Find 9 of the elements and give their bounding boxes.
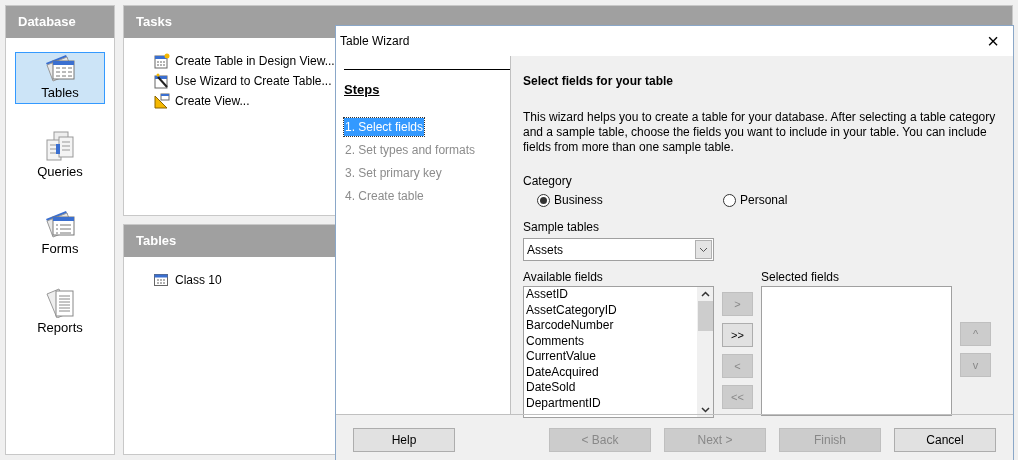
steps-title: Steps [344,81,381,99]
radio-label: Personal [740,192,788,209]
panel-title: Database [6,6,114,38]
page-heading: Select fields for your table [523,73,675,90]
available-fields-label: Available fields [523,269,604,286]
radio-label: Business [554,192,603,209]
selected-fields-label: Selected fields [761,269,841,286]
category-label: Category [523,173,573,190]
description-text: This wizard helps you to create a table for your database. After selecting a table category and a sample table, choose the fields you want to include in your table. You can include fields from more than one sample table. [523,110,997,155]
